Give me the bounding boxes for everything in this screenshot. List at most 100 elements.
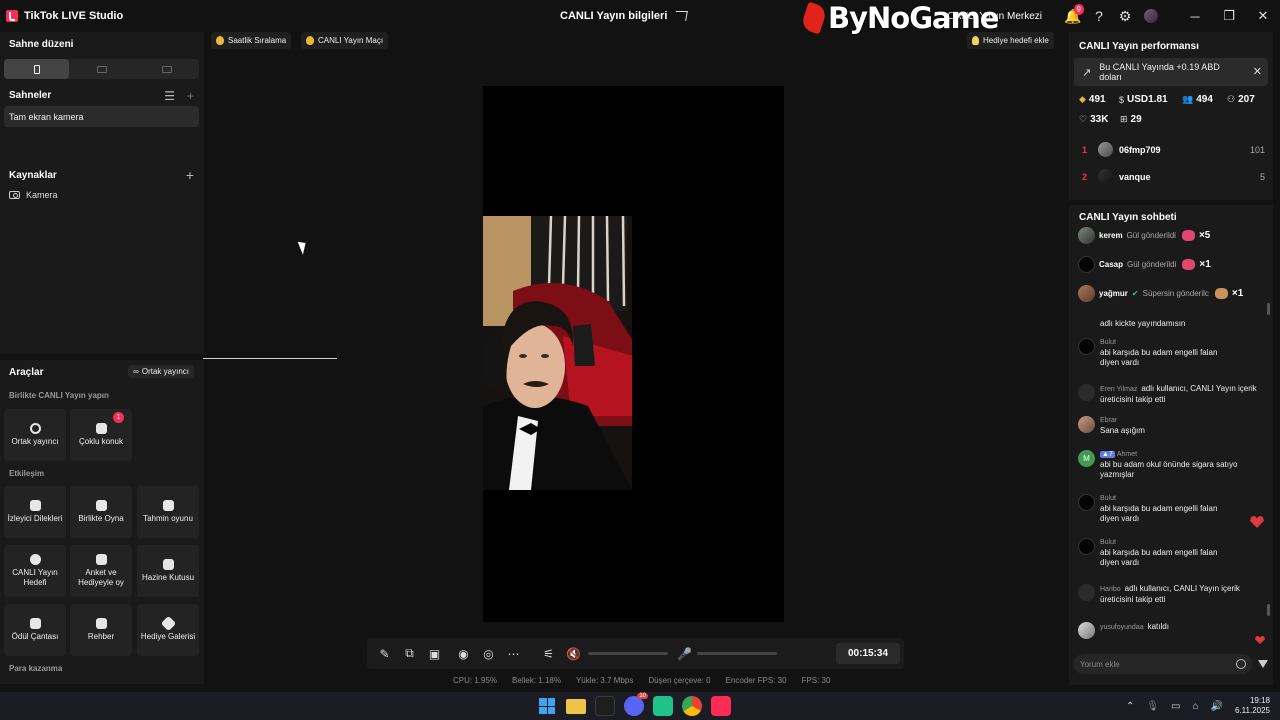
- add-source-icon[interactable]: +: [186, 167, 194, 183]
- dropped-frames-stat: Düşen çerçeve: 0: [648, 676, 711, 685]
- mic-tray-icon[interactable]: 🎙: [1146, 701, 1159, 712]
- list-icon[interactable]: ☰: [164, 89, 175, 103]
- rose-gift-icon: [1182, 259, 1196, 270]
- hourly-ranking-pill[interactable]: Saatlik Sıralama: [211, 32, 292, 49]
- gift-scrollbar[interactable]: [1267, 303, 1270, 315]
- user-avatar[interactable]: [1138, 0, 1164, 32]
- help-icon[interactable]: ?: [1086, 0, 1112, 32]
- layout-icon[interactable]: ▣: [422, 638, 447, 669]
- mic-volume-slider[interactable]: [697, 652, 777, 655]
- tool-label: Hazine Kutusu: [141, 573, 195, 582]
- tool-gift-gallery[interactable]: Hediye Galerisi: [137, 604, 199, 656]
- prediction-icon: [162, 500, 174, 511]
- display-icon[interactable]: ▭: [1171, 701, 1180, 712]
- camera-settings-icon[interactable]: ◎: [476, 638, 501, 669]
- microphone-icon[interactable]: 🎤: [672, 638, 697, 669]
- file-explorer-icon[interactable]: [566, 699, 586, 714]
- chrome-icon[interactable]: [682, 696, 702, 716]
- notification-bell-icon[interactable]: 🔔 9: [1060, 0, 1086, 32]
- more-options-icon[interactable]: ⋯: [501, 638, 526, 669]
- ranking-row[interactable]: 2 vanque 5: [1079, 169, 1265, 184]
- effects-icon[interactable]: ⧉: [397, 638, 422, 669]
- message-text: katıldı: [1147, 622, 1169, 631]
- windows-start-icon[interactable]: [537, 696, 557, 716]
- settings-gear-icon[interactable]: ⚙: [1112, 0, 1138, 32]
- filter-icon[interactable]: [1258, 660, 1268, 668]
- volume-icon[interactable]: 🔊: [1211, 701, 1223, 712]
- tools-title: Araçlar: [9, 367, 44, 378]
- magic-wand-icon[interactable]: ✎: [372, 638, 397, 669]
- portrait-layout-button[interactable]: [4, 59, 69, 79]
- share-icon[interactable]: [674, 11, 689, 21]
- close-banner-icon[interactable]: ✕: [1253, 65, 1262, 78]
- maximize-button[interactable]: ❐: [1212, 0, 1246, 32]
- network-icon[interactable]: ⌂: [1193, 701, 1199, 712]
- tool-prediction-game[interactable]: Tahmin oyunu: [137, 486, 199, 538]
- trend-up-icon: ↗: [1082, 66, 1092, 79]
- chat-scrollbar[interactable]: [1267, 604, 1270, 616]
- comment-placeholder: Yorum ekle: [1080, 659, 1120, 669]
- tiktok-live-studio-icon[interactable]: [711, 696, 731, 716]
- tool-poll[interactable]: Anket ve Hediyeyle oy: [70, 545, 132, 597]
- live-match-pill[interactable]: CANLI Yayın Maçı: [301, 32, 389, 49]
- source-item-camera[interactable]: Kamera: [9, 190, 58, 200]
- tool-label: CANLI Yayın Hedefi: [12, 568, 58, 587]
- speaker-volume-slider[interactable]: [588, 652, 668, 655]
- stream-preview[interactable]: [483, 86, 784, 622]
- tools-panel: Araçlar ∞ Ortak yayıncı Birlikte CANLI Ya…: [0, 360, 204, 684]
- rose-gift-icon: [1181, 230, 1195, 241]
- scene-item[interactable]: Tam ekran kamera: [4, 106, 199, 127]
- tool-reward-bag[interactable]: Ödül Çantası: [4, 604, 66, 656]
- pill-label: Saatlik Sıralama: [228, 36, 287, 45]
- landscape-layout-button[interactable]: [69, 59, 134, 79]
- audio-mixer-icon[interactable]: ⚟: [536, 638, 561, 669]
- gift-gallery-icon: [160, 615, 176, 632]
- clock[interactable]: 19:18 6.11.2025: [1235, 696, 1270, 716]
- tool-viewer-requests[interactable]: İzleyici Dilekleri: [4, 486, 66, 538]
- likes-stat: ♡ 33K: [1079, 114, 1108, 125]
- tool-treasure-box[interactable]: Hazine Kutusu: [137, 545, 199, 597]
- discord-icon[interactable]: 10: [624, 693, 648, 716]
- speaker-muted-icon[interactable]: 🔇: [561, 638, 586, 669]
- reward-bag-icon: [29, 618, 41, 629]
- gift-count: ×1: [1199, 259, 1211, 270]
- discord-badge: 10: [637, 693, 648, 699]
- add-scene-icon[interactable]: +: [187, 89, 194, 103]
- viewers-icon: 👥: [1182, 94, 1194, 104]
- guide-book-icon: [95, 618, 107, 629]
- tool-live-goal[interactable]: CANLI Yayın Hedefi: [4, 545, 66, 597]
- tray-overflow-icon[interactable]: ⌃: [1126, 701, 1134, 712]
- tool-multi-guest[interactable]: 1 Çoklu konuk: [70, 409, 132, 461]
- ranking-row[interactable]: 1 06fmp709 101: [1079, 142, 1265, 157]
- message-user: Ahmet: [1116, 451, 1138, 458]
- scene-panel: Sahne düzeni Sahneler ☰ + Tam ekran kame…: [0, 32, 204, 354]
- emoji-icon[interactable]: [1236, 659, 1246, 669]
- tool-label: Anket ve Hediyeyle oy: [78, 568, 124, 587]
- performance-panel: CANLI Yayın performansı ↗ Bu CANLI Yayın…: [1069, 32, 1273, 200]
- add-user-icon: ⚇: [1227, 94, 1236, 104]
- stream-info-title[interactable]: CANLI Yayın bilgileri: [560, 10, 667, 22]
- messaging-app-icon[interactable]: [653, 696, 673, 716]
- comment-input[interactable]: Yorum ekle: [1074, 654, 1252, 674]
- minimize-button[interactable]: ─: [1178, 0, 1212, 32]
- tool-guide[interactable]: Rehber: [70, 604, 132, 656]
- earnings-text: Bu CANLI Yayında +0.19 ABD doları: [1099, 62, 1220, 82]
- stream-info[interactable]: CANLI Yayın bilgileri: [560, 0, 689, 32]
- dual-layout-button[interactable]: [134, 59, 199, 79]
- tool-co-host[interactable]: Ortak yayıncı: [4, 409, 66, 461]
- diamond-icon: ◆: [1079, 94, 1086, 104]
- app-title: TikTok LIVE Studio: [24, 10, 124, 22]
- add-gift-goal-pill[interactable]: Hediye hedefi ekle: [967, 32, 1054, 49]
- layout-selector[interactable]: [4, 59, 199, 79]
- coin-icon: [216, 36, 224, 45]
- close-button[interactable]: ✕: [1246, 0, 1280, 32]
- record-icon[interactable]: ◉: [451, 638, 476, 669]
- co-host-link[interactable]: ∞ Ortak yayıncı: [128, 365, 194, 378]
- gift-action: Gül gönderildi: [1127, 260, 1177, 269]
- chat-title: CANLI Yayın sohbeti: [1079, 212, 1177, 223]
- terminal-icon[interactable]: [595, 696, 615, 716]
- co-host-icon: [29, 423, 41, 434]
- avatar: [1078, 538, 1095, 555]
- tool-play-together[interactable]: Birlikte Oyna: [70, 486, 132, 538]
- earnings-banner: ↗ Bu CANLI Yayında +0.19 ABD doları ✕: [1074, 58, 1268, 86]
